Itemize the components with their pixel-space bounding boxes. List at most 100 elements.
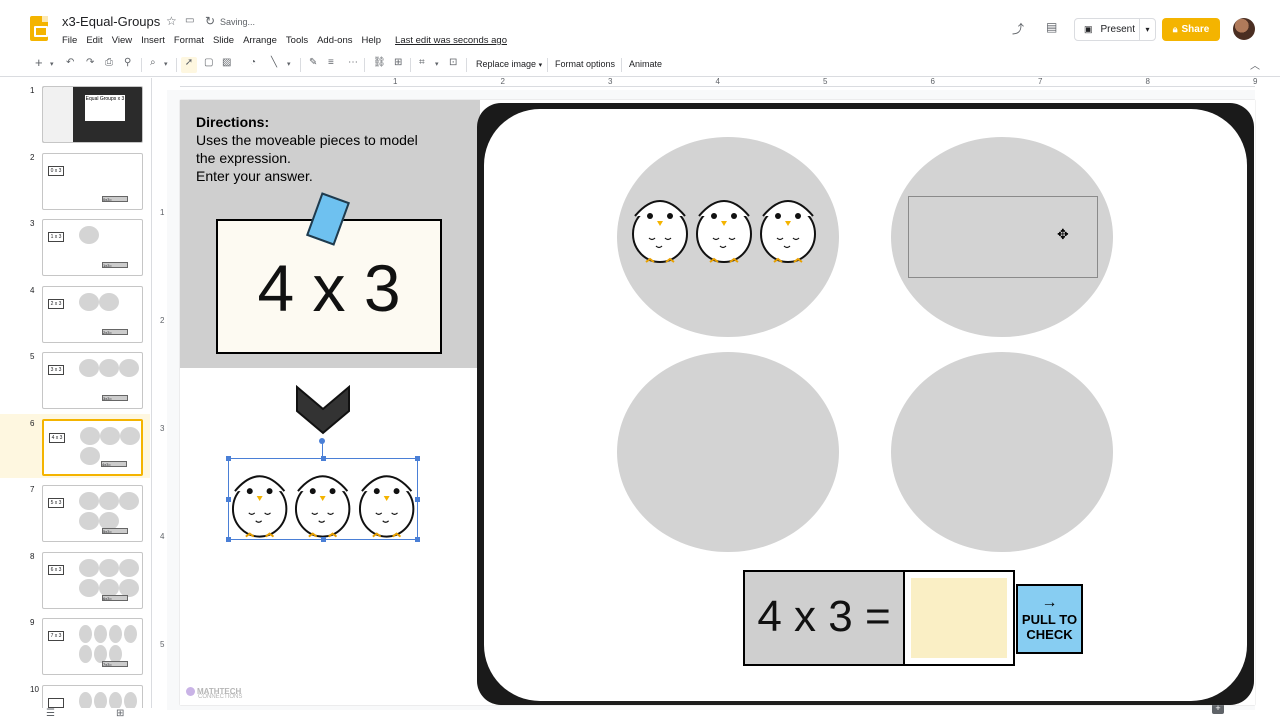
pen-icon[interactable]: ✎ — [309, 57, 317, 68]
resize-handle[interactable] — [415, 456, 420, 461]
resize-handle[interactable] — [415, 537, 420, 542]
mask-icon[interactable]: ⊡ — [449, 57, 457, 68]
thumb-expression: 6 x 3 — [48, 564, 64, 575]
filmstrip[interactable]: 1 Equal Groups x 3 2 0 x 3 0x3= 3 1 x 3 1x3= 4 2 … — [0, 78, 152, 708]
border-dash-icon[interactable]: ⋯ — [348, 57, 358, 68]
redo-icon[interactable]: ↷ — [86, 57, 94, 68]
thumb-circle — [79, 691, 92, 708]
slide-thumbnail-4[interactable]: 4 2 x 3 2x3= — [0, 281, 150, 345]
menu-format[interactable]: Format — [174, 35, 204, 46]
folder-move-icon[interactable]: ▭ — [185, 15, 194, 26]
group-circle — [891, 352, 1113, 552]
border-weight-icon[interactable]: ≡ — [328, 57, 334, 68]
last-edit-link[interactable]: Last edit was seconds ago — [395, 35, 507, 46]
pull-to-check-button[interactable]: → PULL TO CHECK — [1016, 584, 1083, 654]
moveable-owl-group[interactable] — [226, 438, 420, 542]
chevron-down-icon[interactable]: ▾ — [435, 60, 439, 68]
print-icon[interactable]: ⎙ — [105, 57, 113, 68]
zoom-icon[interactable]: ⌕ — [150, 57, 156, 68]
select-cursor-icon[interactable]: ➚ — [181, 57, 197, 73]
menu-edit[interactable]: Edit — [86, 35, 102, 46]
slide-canvas[interactable]: Directions: Uses the moveable pieces to … — [180, 100, 1255, 705]
share-button[interactable]: 🔒︎ Share — [1162, 18, 1220, 41]
resize-handle[interactable] — [321, 537, 326, 542]
shape-icon[interactable]: ◔ — [250, 57, 256, 68]
slide-thumbnail-2[interactable]: 2 0 x 3 0x3= — [0, 148, 150, 212]
slide-thumbnail-1[interactable]: 1 Equal Groups x 3 — [0, 81, 150, 145]
thumb-answer: 1x3= — [102, 262, 128, 268]
slide-thumbnail-3[interactable]: 3 1 x 3 1x3= — [0, 214, 150, 278]
replace-image-button[interactable]: Replace image ▾ — [476, 59, 542, 69]
crop-icon[interactable]: ⌗ — [419, 57, 425, 68]
line-icon[interactable]: ╲ — [271, 57, 277, 68]
undo-icon[interactable]: ↶ — [66, 57, 74, 68]
slide-thumbnail-8[interactable]: 8 6 x 3 6x3= — [0, 547, 150, 611]
vertical-ruler[interactable]: 1 2 3 4 5 — [158, 90, 167, 710]
comment-add-icon[interactable]: ⊞ — [394, 57, 402, 68]
chevron-down-icon[interactable]: ▾ — [287, 60, 291, 68]
slide-thumbnail-5[interactable]: 5 3 x 3 3x3= — [0, 347, 150, 411]
chevron-down-icon[interactable]: ▾ — [1139, 19, 1155, 40]
menu-help[interactable]: Help — [361, 35, 381, 46]
resize-handle[interactable] — [226, 537, 231, 542]
thumb-circle — [99, 558, 119, 577]
format-options-button[interactable]: Format options — [555, 59, 615, 69]
menu-tools[interactable]: Tools — [286, 35, 308, 46]
thumb-circle — [79, 292, 99, 311]
textbox-icon[interactable]: ▢ — [204, 57, 213, 68]
ruler-number: 5 — [823, 77, 828, 86]
paint-format-icon[interactable]: ⚲ — [124, 57, 131, 68]
menu-slide[interactable]: Slide — [213, 35, 234, 46]
placed-owl-group[interactable] — [629, 184, 821, 270]
chevron-down-icon[interactable]: ▾ — [50, 60, 54, 68]
trend-icon[interactable]: ⤴ — [1012, 20, 1024, 37]
ruler-number: 1 — [160, 208, 165, 217]
slide-number: 2 — [30, 152, 35, 162]
rotate-handle[interactable] — [319, 438, 325, 444]
link-icon[interactable]: ⛓ — [373, 57, 386, 68]
slide-thumbnail-6[interactable]: 6 4 x 3 4x3= — [0, 413, 150, 478]
collapse-icon[interactable]: ︿ — [1250, 57, 1260, 72]
thumb-circle — [119, 558, 139, 577]
list-view-icon[interactable]: ☰ — [46, 708, 55, 719]
brand-sub: CONNECTIONS — [198, 694, 243, 701]
menu-arrange[interactable]: Arrange — [243, 35, 277, 46]
thumb-circle — [79, 558, 99, 577]
thumb-circle — [119, 359, 139, 377]
thumb-expression: 7 x 3 — [48, 631, 64, 641]
slide-thumbnail-9[interactable]: 9 7 x 3 7x3= — [0, 613, 150, 677]
answer-input-field[interactable] — [911, 578, 1007, 658]
grid-view-icon[interactable]: ⊞ — [116, 708, 124, 719]
thumb-answer: 6x3= — [102, 594, 128, 601]
thumb-circle — [79, 625, 92, 643]
resize-handle[interactable] — [226, 497, 231, 502]
document-title[interactable]: x3-Equal-Groups — [62, 14, 160, 29]
thumb-answer: 0x3= — [102, 195, 128, 202]
slide-thumbnail-10[interactable]: 10 — [0, 680, 150, 708]
resize-handle[interactable] — [226, 456, 231, 461]
menu-addons[interactable]: Add-ons — [317, 35, 352, 46]
horizontal-ruler[interactable]: 1 2 3 4 5 6 7 8 9 — [180, 77, 1257, 87]
menu-file[interactable]: File — [62, 35, 77, 46]
answer-input[interactable] — [903, 570, 1015, 666]
animate-button[interactable]: Animate — [629, 59, 662, 69]
ruler-number: 4 — [160, 532, 165, 541]
directions-text: Directions: Uses the moveable pieces to … — [196, 113, 466, 185]
menu-insert[interactable]: Insert — [141, 35, 165, 46]
chevron-down-icon[interactable]: ▾ — [164, 60, 168, 68]
star-icon[interactable]: ☆ — [166, 14, 177, 28]
avatar[interactable] — [1233, 18, 1255, 40]
thumb-answer: 5x3= — [102, 528, 128, 534]
menu-view[interactable]: View — [112, 35, 132, 46]
ruler-number: 8 — [1145, 77, 1150, 86]
plus-icon[interactable]: + — [35, 55, 43, 70]
comment-icon[interactable]: ▤ — [1046, 20, 1057, 34]
resize-handle[interactable] — [415, 497, 420, 502]
present-button[interactable]: ▣ Present ▾ — [1074, 18, 1156, 41]
image-icon[interactable]: ▨ — [222, 57, 231, 68]
docs-slides-logo[interactable] — [30, 16, 48, 41]
slide-thumbnail-7[interactable]: 7 5 x 3 5x3= — [0, 480, 150, 544]
thumb-circle — [100, 426, 120, 445]
thumb-answer: 4x3= — [101, 460, 127, 467]
drop-placeholder[interactable] — [908, 196, 1098, 278]
